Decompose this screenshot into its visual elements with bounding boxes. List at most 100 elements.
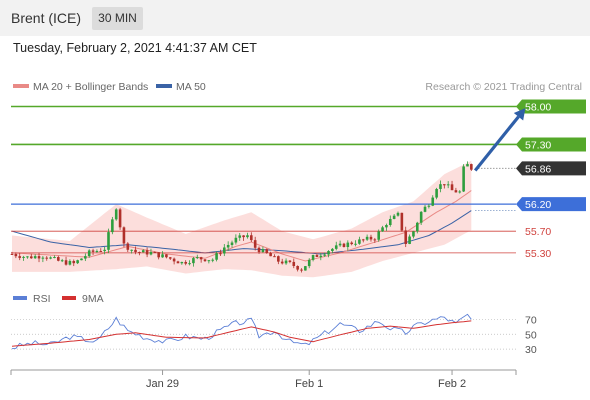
candle-body [145, 250, 149, 255]
candle-body [377, 231, 380, 240]
ma20-legend-swatch [13, 84, 29, 88]
candle-body [450, 184, 454, 191]
time-axis-label: Jan 29 [146, 378, 179, 390]
candle-body [346, 242, 350, 248]
price-label-text: 55.30 [525, 248, 551, 260]
candle-body [242, 235, 245, 238]
candle-body [470, 164, 473, 170]
candle-body [226, 244, 230, 248]
candle-body [392, 215, 396, 219]
candle-body [443, 184, 446, 186]
candle-body [203, 259, 207, 262]
candle-body [288, 260, 292, 262]
candle-body [207, 260, 211, 262]
candle-body [53, 257, 56, 259]
chart-credit: Research © 2021 Trading Central [425, 81, 582, 93]
candle-body [319, 255, 323, 257]
candle-body [30, 256, 33, 259]
candle-body [14, 254, 18, 257]
candle-body [400, 212, 404, 231]
candle-body [57, 257, 60, 261]
candle-body [230, 242, 234, 245]
candle-body [122, 227, 126, 244]
candle-body [416, 222, 419, 232]
candle-body [188, 263, 191, 265]
candle-body [423, 206, 427, 212]
price-label-text: 55.70 [525, 226, 551, 238]
candle-body [37, 256, 41, 259]
candle-body [419, 211, 423, 223]
candle-body [134, 249, 137, 253]
rsi-legend-swatch [13, 296, 27, 300]
candle-body [192, 258, 195, 264]
candle-body [107, 232, 110, 250]
candle-body [234, 237, 238, 243]
candle-body [33, 256, 37, 259]
price-label-text: 56.86 [525, 163, 551, 175]
candle-body [284, 260, 288, 264]
candle-body [238, 235, 242, 238]
candle-body [91, 250, 95, 252]
candle-body [458, 191, 462, 193]
candle-body [358, 239, 361, 244]
candle-body [72, 260, 76, 264]
price-label-text: 56.20 [525, 199, 551, 211]
candle-body [10, 253, 14, 255]
candle-body [195, 257, 199, 259]
candle-body [304, 266, 307, 271]
candle-body [114, 209, 118, 220]
candle-body [292, 261, 296, 266]
candle-body [365, 236, 369, 240]
candle-body [76, 260, 79, 264]
candle-body [408, 236, 411, 244]
candle-body [361, 239, 365, 241]
candle-body [165, 254, 168, 258]
candle-body [118, 209, 122, 228]
candle-body [373, 239, 377, 241]
candle-body [427, 205, 431, 207]
candle-body [253, 240, 257, 248]
candle-body [342, 243, 346, 248]
candle-body [454, 190, 458, 193]
time-axis: Jan 29 Feb 1 Feb 2 [10, 369, 517, 390]
rsi-tick-label: 50 [525, 329, 537, 341]
candle-body [153, 252, 157, 254]
candle-body [168, 257, 172, 259]
candle-body [141, 250, 145, 253]
candle-body [41, 257, 45, 259]
candle-body [385, 225, 388, 228]
candle-body [250, 235, 253, 241]
candle-body [327, 251, 330, 255]
candle-body [18, 256, 22, 258]
candle-body [439, 184, 442, 189]
rsi-panel: 70 50 30 [11, 313, 537, 356]
candle-body [369, 236, 373, 240]
candle-body [26, 256, 29, 258]
time-axis-label: Feb 2 [438, 378, 466, 390]
candle-body [311, 255, 315, 260]
candle-body [60, 260, 64, 262]
candle-body [300, 269, 303, 271]
candle-body [172, 258, 176, 262]
candle-body [462, 166, 465, 192]
candle-body [277, 256, 280, 262]
candle-body [280, 261, 284, 264]
candle-body [184, 261, 187, 264]
candle-body [223, 247, 226, 254]
ma50-legend-swatch [156, 84, 172, 88]
ma50-legend-label: MA 50 [176, 81, 206, 93]
candle-body [45, 257, 49, 259]
candle-body [296, 265, 299, 270]
candle-body [315, 255, 319, 257]
candle-body [49, 257, 52, 259]
candle-body [338, 243, 342, 246]
candle-body [307, 259, 311, 267]
candle-body [87, 250, 91, 257]
ma20-legend-label: MA 20 + Bollinger Bands [33, 81, 148, 93]
candle-body [435, 188, 438, 198]
candle-body [211, 259, 215, 261]
candle-body [246, 235, 249, 238]
candle-body [99, 250, 103, 252]
candle-body [149, 252, 153, 255]
price-label-text: 58.00 [525, 102, 551, 114]
